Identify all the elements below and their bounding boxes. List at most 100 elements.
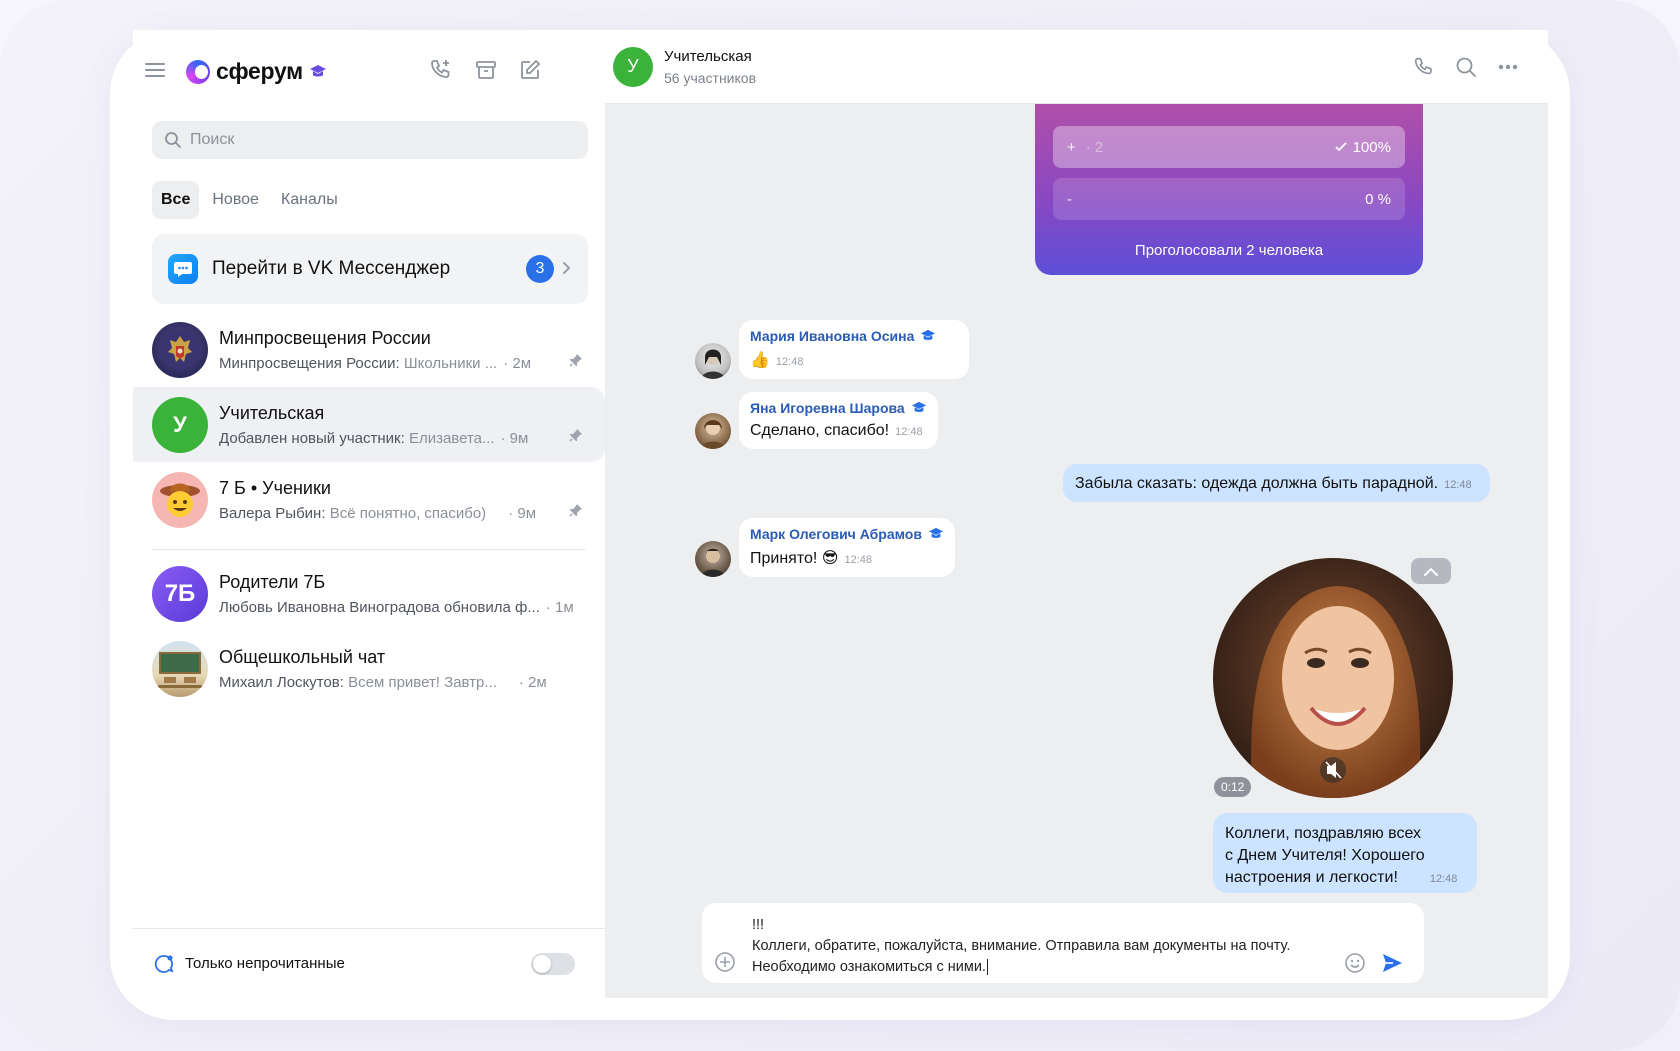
emoji-icon[interactable]	[1344, 952, 1366, 974]
message-input-line: Необходимо ознакомиться с ними.	[752, 957, 1362, 978]
chat-title: Общешкольный чат	[219, 646, 386, 667]
chat-preview: Всем привет! Завтр...	[348, 673, 497, 691]
chat-preview: Елизавета...	[408, 429, 495, 447]
avatar-letter: У	[173, 411, 187, 437]
chat-title: Минпросвещения России	[219, 327, 431, 348]
chat-sender: Минпросвещения России:	[219, 354, 400, 372]
video-message[interactable]	[1213, 558, 1453, 798]
chat-time: · 2м	[503, 354, 532, 372]
message-bubble[interactable]: Мария Ивановна Осина 👍 12:48	[739, 320, 969, 379]
members-count: 56 участников	[664, 69, 757, 86]
message-time: 12:48	[1444, 479, 1472, 491]
message-composer[interactable]: !!! Коллеги, обратите, пожалуйста, внима…	[702, 903, 1424, 983]
avatar: У	[152, 396, 208, 453]
sender-avatar[interactable]	[695, 413, 731, 449]
chat-item-7b-ucheniki[interactable]: 7 Б • Ученики Валера Рыбин: Всё понятно,…	[133, 462, 605, 537]
chat-list: Минпросвещения России Минпросвещения Рос…	[133, 312, 605, 706]
menu-icon[interactable]	[138, 53, 172, 87]
tab-new[interactable]: Новое	[203, 181, 268, 219]
teacher-badge-icon	[911, 401, 926, 412]
tab-channels[interactable]: Каналы	[272, 181, 347, 219]
sender-avatar[interactable]	[695, 541, 731, 577]
poll-option-percent: 100%	[1334, 138, 1391, 156]
message-author: Яна Игоревна Шарова	[750, 400, 905, 416]
unread-only-toggle[interactable]	[531, 952, 575, 975]
chat-header: У Учительская 56 участников	[605, 30, 1548, 104]
teacher-badge-icon	[928, 527, 943, 538]
vk-messenger-banner[interactable]: Перейти в VK Мессенджер 3	[152, 234, 588, 304]
vk-banner-label: Перейти в VK Мессенджер	[212, 258, 451, 279]
chat-time: · 9м	[500, 429, 529, 447]
search-icon[interactable]	[1452, 50, 1480, 84]
chat-item-obshcheshkolny[interactable]: Общешкольный чат Михаил Лоскутов: Всем п…	[133, 631, 605, 706]
poll-option-mark: -	[1067, 190, 1072, 208]
chat-item-roditeli-7b[interactable]: 7Б Родители 7Б Любовь Ивановна Виноградо…	[133, 556, 605, 631]
message-line: Коллеги, поздравляю всех	[1225, 825, 1422, 842]
chat-title[interactable]: Учительская	[664, 48, 756, 65]
poll-option-mark: +	[1067, 138, 1076, 156]
compose-icon[interactable]	[513, 53, 547, 87]
chevron-right-icon	[562, 259, 572, 280]
chat-title: Учительская	[219, 402, 325, 423]
avatar-letter: У	[627, 56, 639, 76]
chat-sender: Любовь Ивановна Виноградова обновила ф..…	[219, 598, 540, 616]
chevron-up-icon[interactable]	[1411, 558, 1451, 584]
sferum-logo: сферум	[186, 58, 327, 85]
chat-item-minprosveshcheniya[interactable]: Минпросвещения России Минпросвещения Рос…	[133, 312, 605, 387]
text-cursor	[986, 959, 988, 975]
chat-sender: Михаил Лоскутов:	[219, 673, 344, 691]
pin-icon	[569, 428, 583, 447]
archive-icon[interactable]	[469, 53, 503, 87]
message-line-text: настроения и легкости!	[1225, 869, 1398, 886]
message-author: Мария Ивановна Осина	[750, 328, 915, 344]
poll-option[interactable]: - 0 %	[1053, 178, 1405, 220]
avatar	[152, 640, 208, 697]
call-icon[interactable]	[1410, 50, 1438, 84]
attach-plus-icon[interactable]	[714, 951, 736, 973]
poll-option[interactable]: + · 2 100%	[1053, 126, 1405, 168]
poll-percent-value: 100%	[1352, 138, 1391, 156]
message-bubble[interactable]: Марк Олегович Абрамов Принято! 😎 12:48	[739, 518, 955, 577]
message-text: 👍	[750, 352, 770, 369]
avatar	[152, 321, 208, 378]
message-time: 12:48	[844, 554, 872, 566]
message-input-line-text: Необходимо ознакомиться с ними.	[752, 959, 986, 975]
new-call-icon[interactable]	[424, 53, 458, 87]
sender-avatar[interactable]	[695, 343, 731, 379]
message-input-line: Коллеги, обратите, пожалуйста, внимание.…	[752, 938, 1291, 954]
message-input[interactable]: !!! Коллеги, обратите, пожалуйста, внима…	[752, 915, 1362, 978]
avatar	[152, 471, 208, 528]
search-field[interactable]	[152, 121, 588, 159]
chat-time: · 2м	[518, 673, 547, 691]
cowboy-emoji-icon	[160, 483, 200, 517]
poll-option-percent: 0 %	[1365, 190, 1391, 208]
more-icon[interactable]	[1494, 50, 1522, 84]
sidebar: сферум Все Новое Каналы	[133, 30, 605, 998]
sferum-logo-icon	[186, 59, 210, 84]
check-icon	[1334, 141, 1347, 151]
chat-preview: Школьники ...	[403, 354, 498, 372]
teacher-badge-icon	[921, 329, 936, 340]
emblem-icon	[160, 329, 200, 370]
chat-list-divider	[152, 549, 586, 550]
message-text: Принято! 😎	[750, 550, 839, 567]
chat-avatar[interactable]: У	[613, 46, 653, 87]
own-message-bubble[interactable]: Забыла сказать: одежда должна быть парад…	[1063, 464, 1490, 502]
unread-filter-footer: Только непрочитанные	[133, 928, 605, 998]
chat-panel: У Учительская 56 участников + · 2 100% -	[605, 30, 1548, 998]
message-time: 12:48	[1429, 873, 1458, 885]
chat-item-uchitelskaya[interactable]: У Учительская Добавлен новый участник: Е…	[133, 387, 605, 462]
message-text: Сделано, спасибо!	[750, 422, 890, 439]
unread-chat-icon	[154, 954, 174, 973]
video-thumbnail	[1213, 558, 1453, 798]
search-input[interactable]	[190, 131, 570, 149]
message-bubble[interactable]: Яна Игоревна Шарова Сделано, спасибо! 12:…	[739, 392, 938, 449]
own-message-bubble[interactable]: Коллеги, поздравляю всех с Днем Учителя!…	[1213, 813, 1477, 893]
avatar-letter: 7Б	[164, 579, 196, 607]
pin-icon	[569, 353, 583, 372]
chat-sender: Валера Рыбин:	[219, 504, 326, 522]
message-line: с Днем Учителя! Хорошего	[1225, 847, 1425, 864]
tab-all[interactable]: Все	[152, 181, 200, 219]
search-icon	[165, 132, 181, 148]
send-icon[interactable]	[1380, 951, 1404, 975]
